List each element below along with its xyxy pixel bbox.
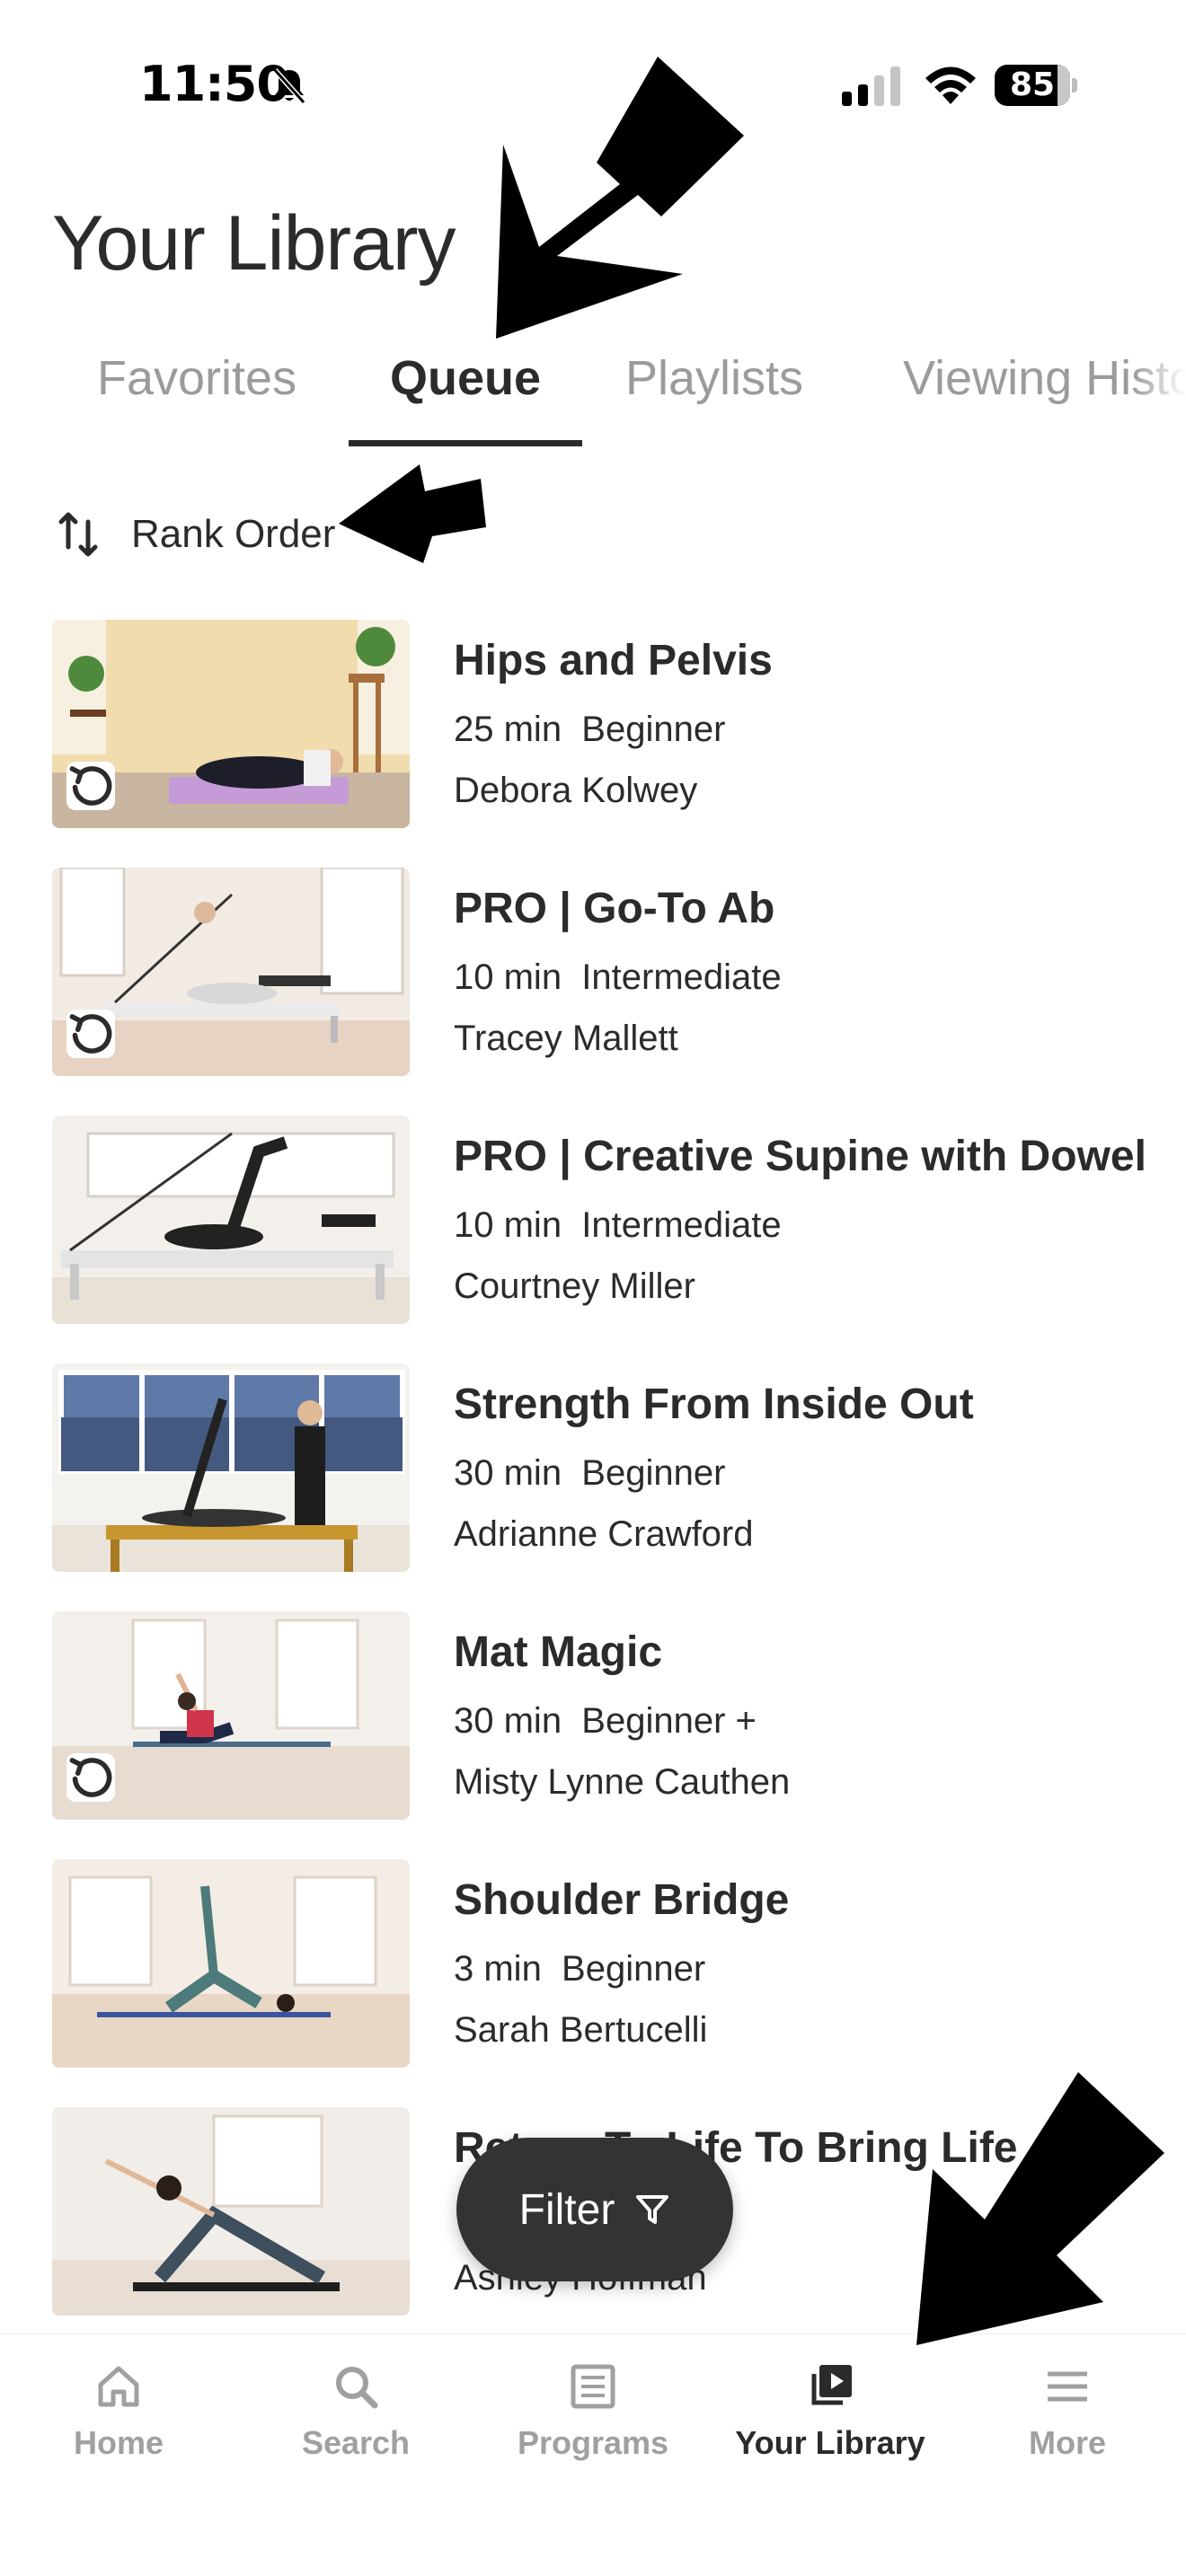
sort-arrows-icon xyxy=(58,512,98,557)
class-title: PRO | Creative Supine with Dowel xyxy=(454,1133,1146,1180)
replay-icon xyxy=(69,1758,112,1797)
class-meta: 10 min Intermediate xyxy=(454,1205,782,1245)
programs-icon xyxy=(571,2364,615,2409)
class-title: Hips and Pelvis xyxy=(454,637,773,684)
nav-label: Your Library xyxy=(735,2424,925,2461)
home-icon xyxy=(98,2366,139,2407)
page-title: Your Library xyxy=(52,200,456,287)
list-item[interactable]: PRO | Creative Supine with Dowel 10 min … xyxy=(0,1116,1186,1331)
nav-label: Home xyxy=(73,2424,164,2461)
battery-percent: 85 xyxy=(1009,66,1056,103)
class-thumbnail xyxy=(52,868,410,1076)
tab-bar: Favorites Queue Playlists Viewing Histor… xyxy=(0,341,1186,449)
class-thumbnail xyxy=(52,1859,410,2068)
annotation-arrow-icon xyxy=(496,57,744,339)
annotation-arrow-icon xyxy=(339,464,486,563)
class-thumbnail xyxy=(52,2107,410,2316)
class-thumbnail xyxy=(52,1611,410,1820)
replay-badge xyxy=(66,762,115,810)
replay-icon xyxy=(69,766,112,806)
class-thumbnail xyxy=(52,1116,410,1324)
class-meta: 30 min Beginner + xyxy=(454,1701,757,1741)
class-instructor: Sarah Bertucelli xyxy=(454,2010,708,2050)
filter-button[interactable]: Filter xyxy=(456,2138,733,2281)
replay-badge xyxy=(66,1010,115,1058)
nav-your-library[interactable]: Your Library xyxy=(712,2361,949,2487)
class-instructor: Debora Kolwey xyxy=(454,771,698,810)
replay-icon xyxy=(69,1014,112,1054)
class-title: Strength From Inside Out xyxy=(454,1381,974,1428)
class-title: Shoulder Bridge xyxy=(454,1876,790,1924)
sort-button[interactable]: Rank Order xyxy=(52,503,335,566)
sort-label: Rank Order xyxy=(131,512,336,556)
class-meta: 3 min Beginner xyxy=(454,1949,706,1989)
nav-more[interactable]: More xyxy=(949,2361,1186,2487)
list-item[interactable]: Hips and Pelvis 25 min Beginner Debora K… xyxy=(0,620,1186,835)
class-meta: 30 min Beginner xyxy=(454,1453,726,1493)
filter-funnel-icon xyxy=(636,2195,669,2224)
class-instructor: Misty Lynne Cauthen xyxy=(454,1762,791,1802)
search-icon xyxy=(336,2367,378,2409)
battery-icon: 85 xyxy=(995,65,1077,106)
list-item[interactable]: Strength From Inside Out 30 min Beginner… xyxy=(0,1363,1186,1579)
class-thumbnail xyxy=(52,620,410,828)
nav-label: More xyxy=(1028,2424,1106,2461)
class-thumbnail xyxy=(52,1363,410,1572)
tab-favorites[interactable]: Favorites xyxy=(97,350,296,406)
library-icon xyxy=(811,2365,852,2405)
list-item[interactable]: PRO | Go-To Ab 10 min Intermediate Trace… xyxy=(0,868,1186,1083)
filter-label: Filter xyxy=(518,2185,615,2234)
nav-label: Programs xyxy=(517,2424,669,2461)
nav-search[interactable]: Search xyxy=(237,2361,474,2487)
nav-label: Search xyxy=(301,2424,411,2461)
wifi-icon xyxy=(925,66,976,104)
menu-icon xyxy=(1048,2371,1087,2402)
bottom-nav: Home Search Programs Your Library More xyxy=(0,2333,1186,2576)
class-instructor: Tracey Mallett xyxy=(454,1019,678,1058)
class-instructor: Courtney Miller xyxy=(454,1266,695,1306)
class-title: PRO | Go-To Ab xyxy=(454,885,775,932)
tab-playlists[interactable]: Playlists xyxy=(625,350,803,406)
annotation-arrow-icon xyxy=(916,2072,1164,2345)
cellular-signal-icon xyxy=(842,66,900,106)
list-item[interactable]: Shoulder Bridge 3 min Beginner Sarah Ber… xyxy=(0,1859,1186,2075)
class-meta: 25 min Beginner xyxy=(454,710,726,749)
active-tab-indicator xyxy=(349,440,582,446)
bell-slash-icon xyxy=(272,68,306,104)
status-time: 11:50 xyxy=(139,56,290,112)
class-title: Mat Magic xyxy=(454,1628,663,1676)
tab-queue[interactable]: Queue xyxy=(390,350,541,406)
nav-programs[interactable]: Programs xyxy=(474,2361,712,2487)
replay-badge xyxy=(66,1753,115,1802)
class-instructor: Adrianne Crawford xyxy=(454,1514,754,1554)
list-item[interactable]: Mat Magic 30 min Beginner + Misty Lynne … xyxy=(0,1611,1186,1827)
class-meta: 10 min Intermediate xyxy=(454,957,782,997)
nav-home[interactable]: Home xyxy=(0,2361,237,2487)
